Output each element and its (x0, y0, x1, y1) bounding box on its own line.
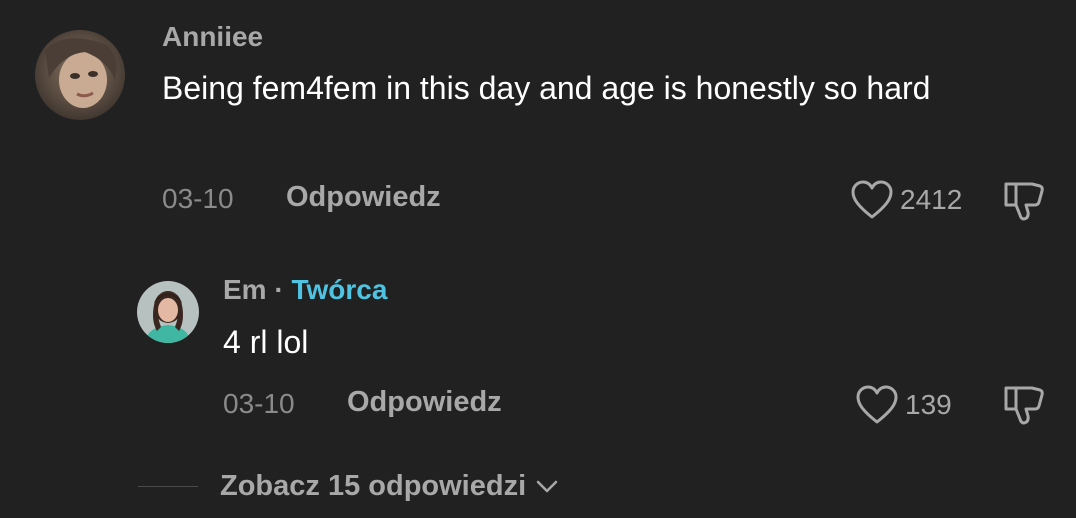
view-replies-button[interactable]: Zobacz 15 odpowiedzi (220, 470, 558, 503)
thumbs-down-outline-icon (1004, 386, 1044, 425)
comment-like-count: 2412 (900, 184, 963, 215)
commenter-avatar-image (35, 30, 125, 120)
reply-avatar-image (137, 281, 199, 343)
reply-dislike-button[interactable] (1002, 384, 1046, 431)
reply-reply-button[interactable]: Odpowiedz (347, 386, 502, 419)
heart-outline-icon (851, 180, 893, 219)
commenter-username[interactable]: Anniiee (162, 21, 263, 53)
reply-username[interactable]: Em (223, 274, 267, 305)
view-replies-label: Zobacz 15 odpowiedzi (220, 470, 527, 502)
comment-date: 03-10 (162, 183, 234, 214)
comment-reply-button[interactable]: Odpowiedz (286, 181, 441, 214)
reply-like-button[interactable]: 139 (855, 385, 952, 425)
comment-dislike-button[interactable] (1002, 180, 1046, 227)
comment-like-button[interactable]: 2412 (850, 180, 962, 220)
reply-username-line: Em · Twórca (223, 274, 387, 306)
chevron-down-icon (536, 480, 558, 492)
reply-text: 4 rl lol (223, 324, 309, 360)
heart-outline-icon (856, 385, 898, 424)
comment-text: Being fem4fem in this day and age is hon… (162, 70, 931, 106)
reply-avatar[interactable] (137, 281, 199, 343)
thumbs-down-outline-icon (1004, 182, 1044, 221)
replies-divider (138, 486, 198, 487)
username-separator: · (274, 274, 284, 305)
reply-like-count: 139 (905, 389, 952, 420)
commenter-avatar[interactable] (35, 30, 125, 120)
reply-date: 03-10 (223, 388, 295, 419)
creator-badge: Twórca (291, 274, 388, 305)
